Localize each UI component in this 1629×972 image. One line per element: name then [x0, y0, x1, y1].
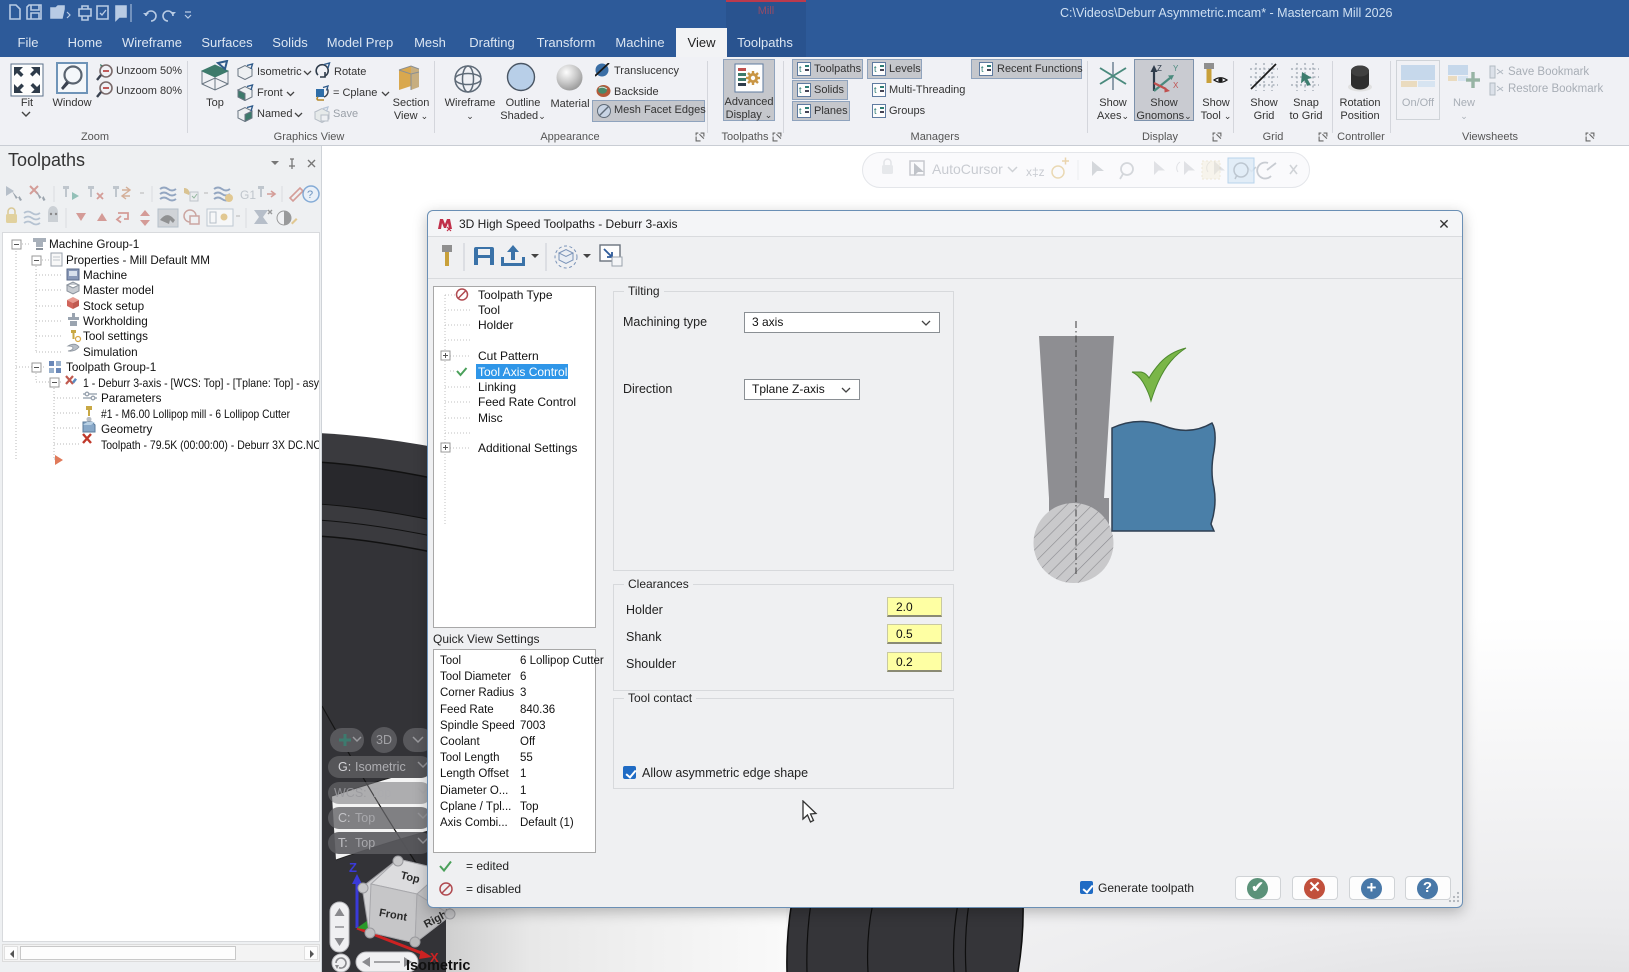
svg-text:G1: G1 — [240, 188, 256, 202]
svg-text:Parameters: Parameters — [101, 392, 162, 405]
svg-text:Linking: Linking — [478, 380, 516, 394]
svg-text:Additional Settings: Additional Settings — [478, 441, 577, 455]
svg-text:Isometric: Isometric — [355, 760, 406, 774]
svg-text:Y: Y — [1173, 64, 1179, 73]
svg-text:T:: T: — [338, 836, 348, 850]
svg-text:G:: G: — [338, 760, 351, 774]
svg-text:Tool Axis Control: Tool Axis Control — [478, 365, 567, 379]
svg-text:WCS:: WCS: — [334, 786, 367, 800]
svg-text:Stock setup: Stock setup — [83, 300, 145, 313]
svg-text:Top: Top — [371, 786, 391, 800]
svg-text:Z: Z — [1157, 64, 1162, 73]
svg-text:Z: Z — [349, 860, 357, 875]
svg-text:Geometry: Geometry — [101, 423, 152, 436]
svg-text:Feed Rate Control: Feed Rate Control — [478, 395, 576, 409]
svg-text:x‡z: x‡z — [1026, 165, 1045, 179]
svg-text:X: X — [1173, 81, 1179, 90]
svg-text:Toolpath - 79.5K (00:00:00) -: Toolpath - 79.5K (00:00:00) - Deburr 3X … — [101, 439, 319, 452]
svg-text:Holder: Holder — [478, 318, 513, 332]
svg-text:Top: Top — [355, 836, 375, 850]
svg-text:Misc: Misc — [478, 411, 503, 425]
svg-text:Top: Top — [355, 811, 375, 825]
svg-text:Cut Pattern: Cut Pattern — [478, 349, 539, 363]
svg-text:C:: C: — [338, 811, 351, 825]
svg-text:Tool: Tool — [478, 303, 500, 317]
svg-text:?: ? — [307, 189, 313, 201]
svg-text:Workholding: Workholding — [83, 315, 148, 328]
svg-text:Properties - Mill Default MM: Properties - Mill Default MM — [66, 254, 210, 267]
svg-text:Toolpath Type: Toolpath Type — [478, 288, 553, 302]
svg-text:Machine Group-1: Machine Group-1 — [49, 238, 139, 251]
svg-text:#1 - M6.00 Lollipop mill - 6 L: #1 - M6.00 Lollipop mill - 6 Lollipop Cu… — [101, 408, 290, 421]
svg-text:Toolpath Group-1: Toolpath Group-1 — [66, 361, 156, 374]
svg-text:AutoCursor: AutoCursor — [932, 161, 1003, 177]
svg-text:Master model: Master model — [83, 284, 154, 297]
svg-text:1 - Deburr 3-axis - [WCS: Top]: 1 - Deburr 3-axis - [WCS: Top] - [Tplane… — [83, 377, 319, 390]
svg-text:Simulation: Simulation — [83, 346, 138, 359]
svg-text:3D: 3D — [376, 733, 392, 747]
svg-text:Isometric: Isometric — [406, 958, 470, 972]
svg-text:Tool settings: Tool settings — [83, 330, 148, 343]
svg-text:Machine: Machine — [83, 269, 127, 282]
